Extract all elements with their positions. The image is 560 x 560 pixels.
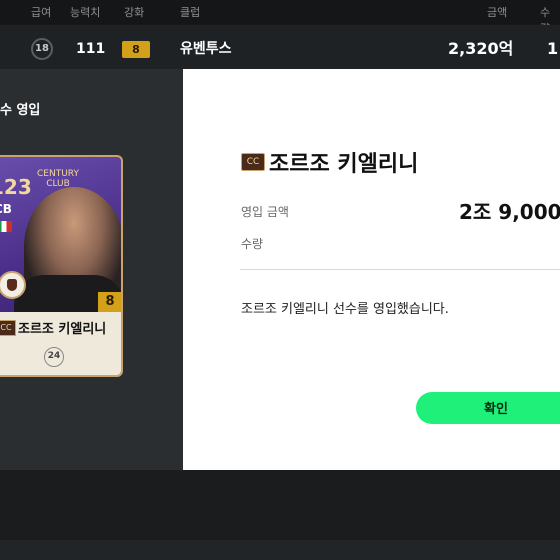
confirm-button[interactable]: 확인 [416,392,560,424]
price-value: 2,320억 [448,39,514,58]
col-ovr: 능력치 [70,6,101,19]
card-position: CB [0,202,12,216]
table-header: 급여 능력치 강화 클럽 금액 수량 [0,0,560,35]
col-salary: 급여 [31,6,52,19]
col-price: 금액 [487,6,508,19]
cc-season-icon: CC [0,320,16,336]
card-player-name: 조르조 키엘리니 [18,322,107,337]
qty-value: 1 [547,39,559,58]
card-name-bar: CC 조르조 키엘리니 [0,312,121,342]
modal-title: 선수 영입 [0,103,41,118]
cc-season-icon: CC [241,153,265,171]
salary-badge: 18 [31,38,53,60]
card-ovr: 123 [0,175,32,199]
player-name: 조르조 키엘리니 [269,152,419,177]
modal-card-panel: 선수 영입 CENTURY CLUB 123 CB 8 CC 조르조 키엘리니 … [0,69,183,470]
season-label: CENTURY CLUB [37,169,79,189]
player-card: CENTURY CLUB 123 CB 8 CC 조르조 키엘리니 24 [0,155,123,377]
qty-label: 수량 [241,237,264,251]
card-grade-badge: 8 [98,292,121,312]
ovr-value: 111 [76,41,106,57]
col-grade: 강화 [124,6,145,19]
price-amount: 2조 9,000억 [459,200,560,224]
card-salary: 24 [44,347,64,367]
divider [240,269,560,270]
table-row[interactable]: 18 111 8 유벤투스 2,320억 1 [0,25,560,73]
card-bottom: 24 [0,342,121,375]
page: 급여 능력치 강화 클럽 금액 수량 18 111 8 유벤투스 2,320억 … [0,0,560,560]
price-label: 영입 금액 [241,205,289,219]
club-name: 유벤투스 [180,41,232,57]
background-row [0,540,560,560]
grade-badge: 8 [122,41,150,58]
modal-detail-panel: CC 조르조 키엘리니 영입 금액 2조 9,000억 수량 조르조 키엘리니 … [183,69,560,470]
italy-flag-icon [0,221,12,232]
result-message: 조르조 키엘리니 선수를 영입했습니다. [241,302,449,317]
col-club: 클럽 [180,6,201,19]
